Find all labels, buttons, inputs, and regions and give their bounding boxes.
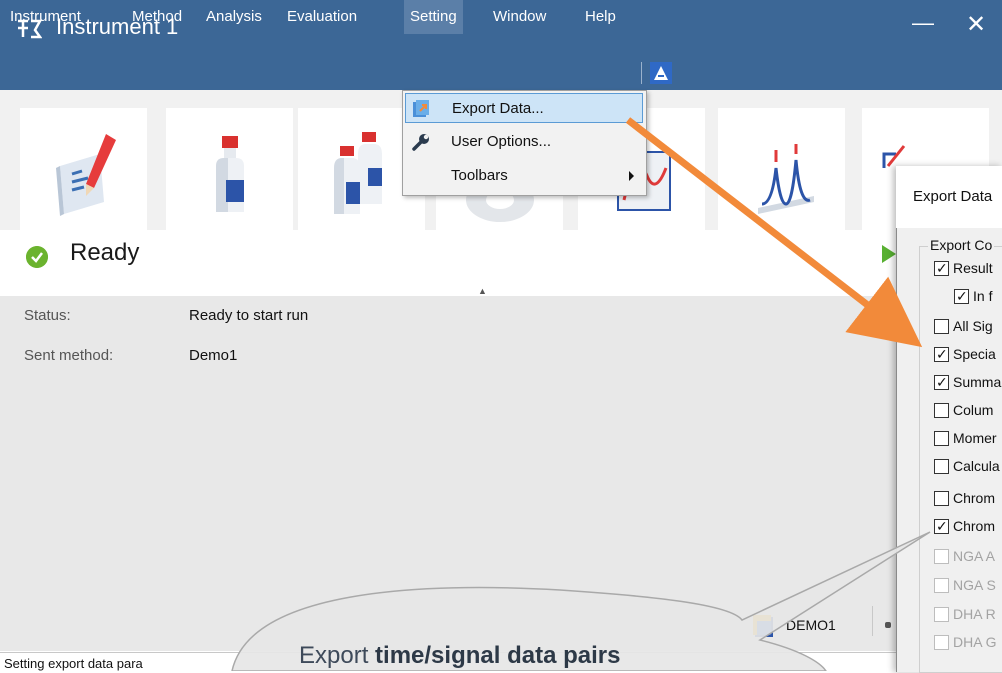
callout-text: Export time/signal data pairs bbox=[299, 642, 620, 670]
callout-prefix: Export bbox=[299, 642, 376, 669]
annotation-overlay bbox=[231, 117, 931, 671]
annotation-arrow bbox=[625, 117, 923, 348]
callout-bold: time/signal data pairs bbox=[375, 642, 621, 669]
